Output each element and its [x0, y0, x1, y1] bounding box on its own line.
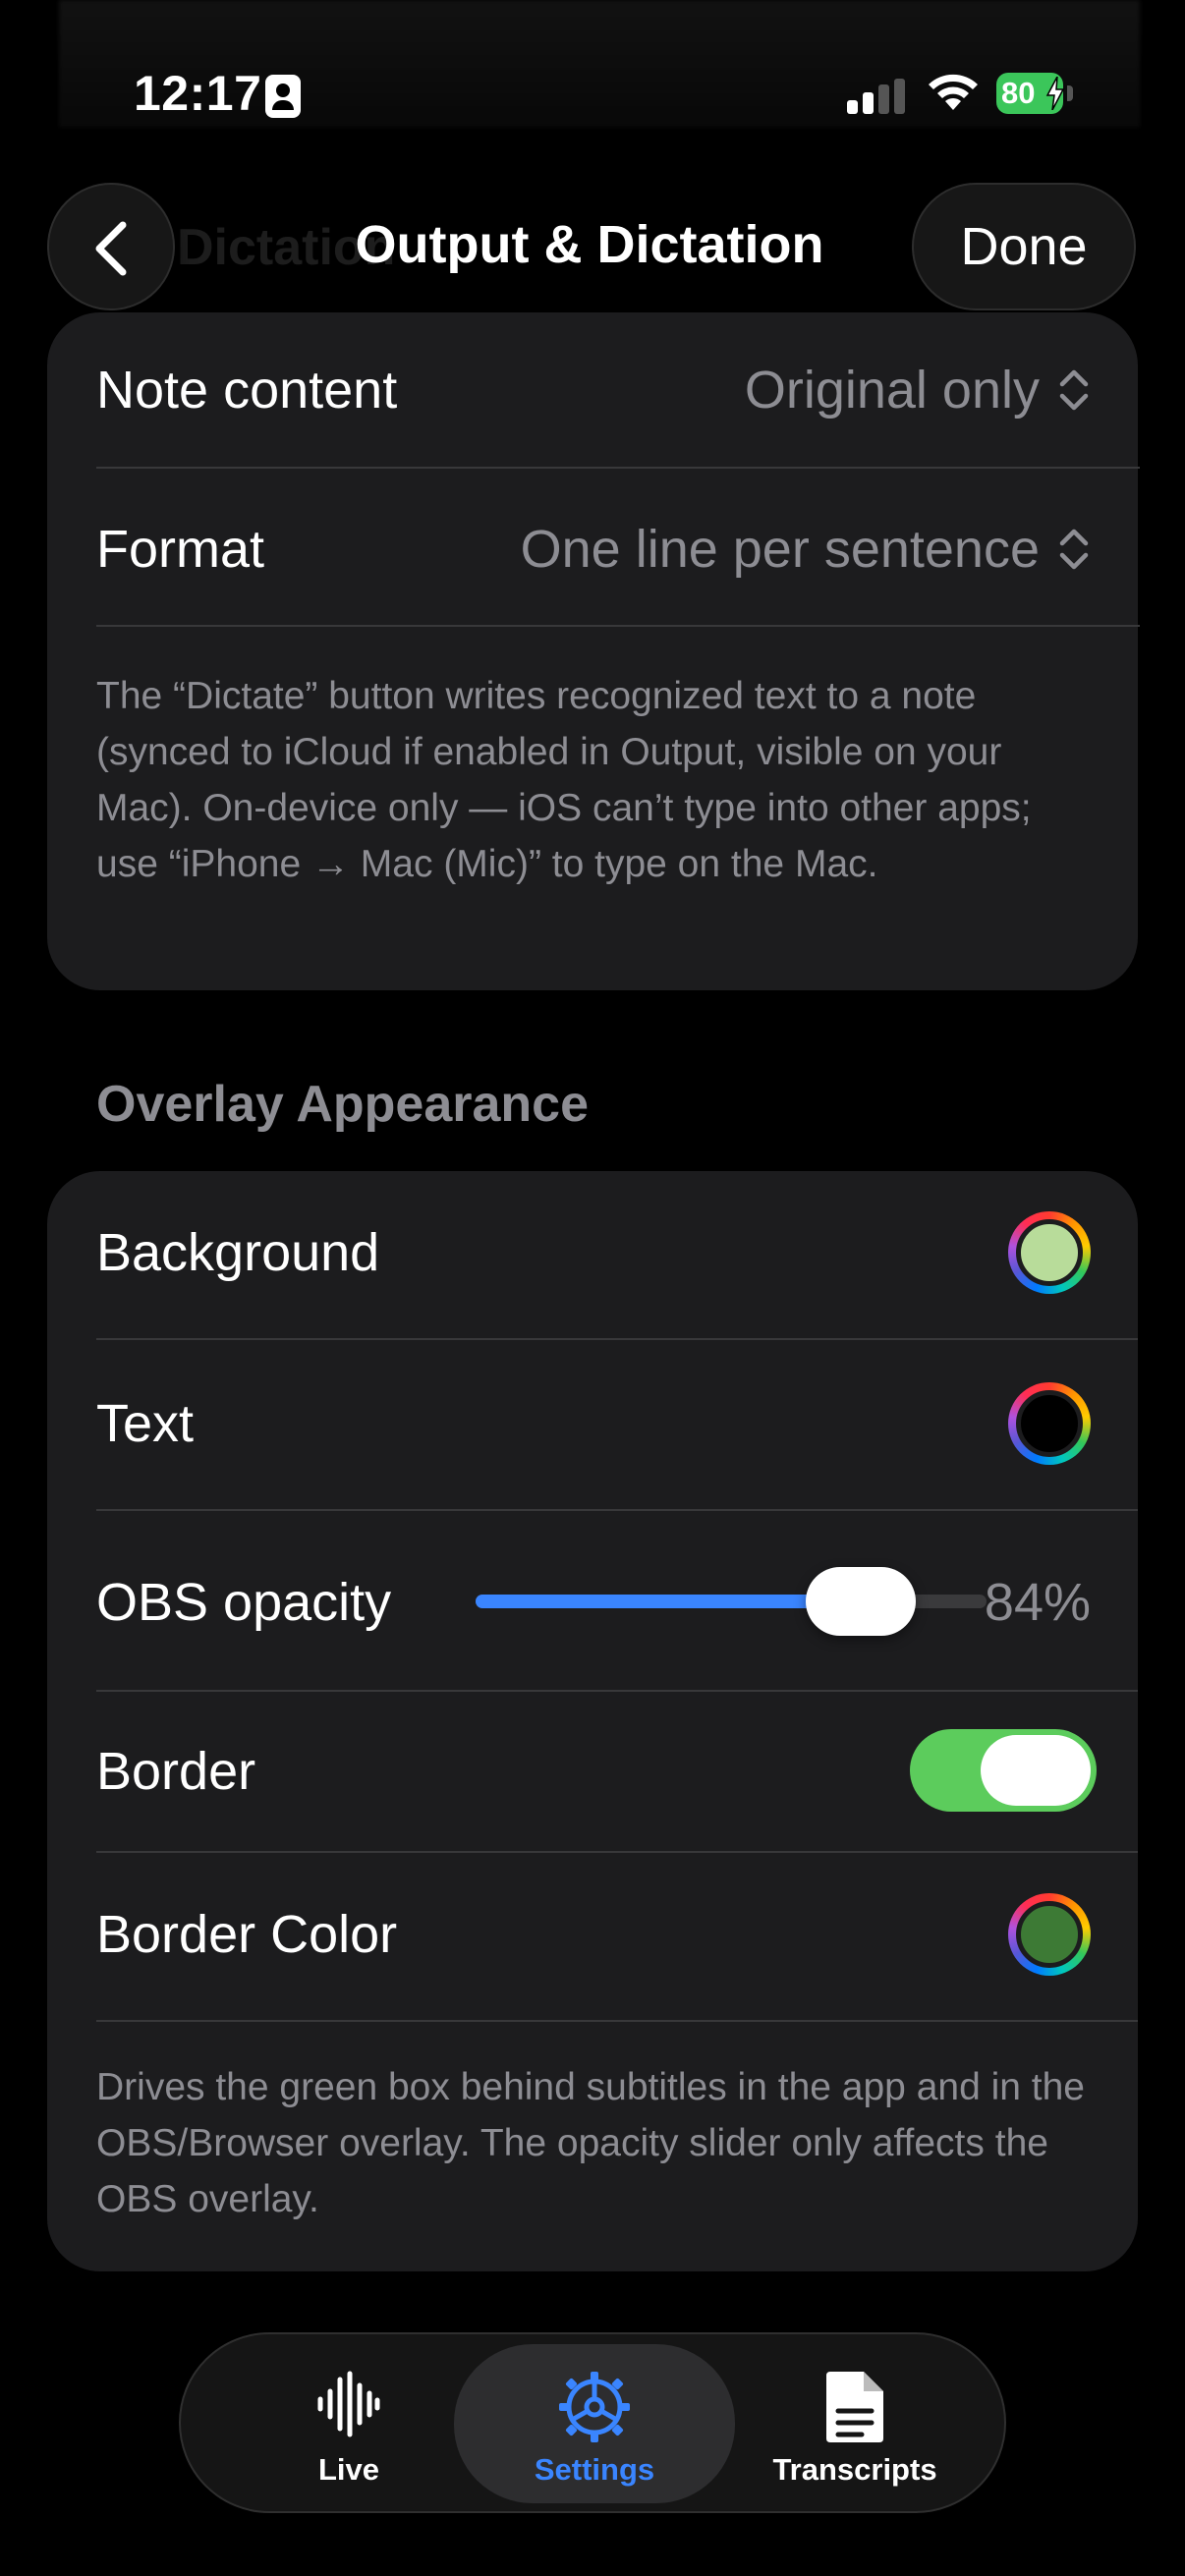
text-color-well[interactable] [1008, 1382, 1091, 1465]
obs-opacity-slider[interactable] [476, 1567, 987, 1636]
tab-transcripts-label: Transcripts [772, 2452, 937, 2487]
border-color-swatch [1016, 1901, 1083, 1968]
wifi-icon [929, 74, 978, 110]
divider [96, 2020, 1138, 2022]
back-button[interactable] [47, 183, 175, 310]
divider [96, 1851, 1138, 1853]
chevron-updown-icon [1059, 369, 1089, 411]
toggle-knob [981, 1735, 1091, 1806]
border-toggle[interactable] [910, 1729, 1097, 1812]
background-label: Background [96, 1223, 380, 1282]
border-color-well[interactable] [1008, 1893, 1091, 1976]
obs-opacity-label: OBS opacity [96, 1573, 392, 1632]
section-header-overlay: Overlay Appearance [96, 1076, 590, 1133]
text-label: Text [96, 1394, 195, 1453]
overlay-footnote: Drives the green box behind subtitles in… [96, 2066, 1086, 2220]
document-icon [826, 2372, 883, 2442]
person-card-icon [265, 75, 301, 118]
tab-transcripts[interactable]: Transcripts [737, 2344, 973, 2503]
tab-bar: Live Settings Transcripts [179, 2332, 1006, 2513]
obs-opacity-row: OBS opacity 84% [96, 1542, 1091, 1660]
background-color-swatch [1016, 1219, 1083, 1286]
status-time: 12:17 [134, 66, 262, 121]
note-content-row[interactable]: Note content Original only [96, 352, 1091, 430]
dictation-settings-card: Note content Original only Format One li… [47, 312, 1140, 990]
waveform-icon [317, 2371, 380, 2437]
note-content-label: Note content [96, 361, 398, 420]
border-color-row[interactable]: Border Color [96, 1890, 1091, 1979]
text-color-swatch [1016, 1390, 1083, 1457]
format-value: One line per sentence [520, 520, 1040, 579]
status-bar: 12:17 80 [0, 0, 1185, 187]
divider [96, 467, 1140, 469]
chevron-left-icon [95, 221, 127, 276]
border-row: Border [96, 1727, 1097, 1816]
tab-live-label: Live [317, 2452, 380, 2487]
dictation-footnote: The “Dictate” button writes recognized t… [96, 675, 1032, 885]
format-label: Format [96, 520, 265, 579]
tab-settings-label: Settings [534, 2452, 655, 2487]
divider [96, 1509, 1138, 1511]
tab-live[interactable]: Live [246, 2344, 452, 2503]
settings-screen: 12:17 80 Dictation Output & Dictation Do… [0, 0, 1185, 2576]
divider [96, 1690, 1138, 1692]
divider [96, 625, 1140, 627]
page-title: Output & Dictation [355, 215, 824, 274]
obs-opacity-value: 84% [984, 1573, 1091, 1632]
chevron-updown-icon [1059, 529, 1089, 570]
note-content-value: Original only [744, 361, 1040, 420]
text-color-row[interactable]: Text [96, 1379, 1091, 1468]
border-label: Border [96, 1742, 256, 1801]
slider-fill [476, 1595, 861, 1608]
background-color-row[interactable]: Background [96, 1208, 1091, 1297]
battery-tip [1067, 85, 1073, 101]
tab-settings[interactable]: Settings [454, 2344, 735, 2503]
format-row[interactable]: Format One line per sentence [96, 511, 1091, 589]
overlay-appearance-card: Background Text OBS opacity 84% Border B… [47, 1171, 1138, 2271]
cellular-signal-icon [847, 79, 906, 114]
slider-thumb[interactable] [806, 1567, 916, 1636]
gear-icon [559, 2372, 630, 2442]
divider [96, 1338, 1138, 1340]
charging-bolt-icon [1045, 77, 1065, 110]
done-button[interactable]: Done [912, 183, 1136, 310]
background-color-well[interactable] [1008, 1211, 1091, 1294]
border-color-label: Border Color [96, 1905, 398, 1964]
